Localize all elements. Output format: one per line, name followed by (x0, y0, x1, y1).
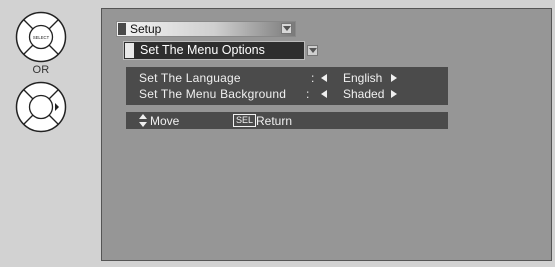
arrow-left-icon[interactable] (321, 90, 327, 98)
option-name: Set The Language (139, 71, 241, 85)
options-panel: Set The Language : English Set The Menu … (126, 67, 448, 105)
dropdown-icon (307, 45, 318, 56)
setup-menu-title: Setup (130, 22, 162, 36)
arrow-right-icon[interactable] (391, 74, 397, 82)
dpad-right-icon (15, 81, 67, 133)
return-hint-label: Return (256, 114, 293, 128)
submenu-marker-icon (125, 43, 134, 58)
option-value: Shaded (343, 87, 385, 101)
move-hint-label: Move (150, 114, 180, 128)
arrow-left-icon[interactable] (321, 74, 327, 82)
option-name: Set The Menu Background (139, 87, 287, 101)
dpad-select-icon: SELECT (15, 11, 67, 63)
dropdown-icon (281, 23, 292, 34)
option-value: English (343, 71, 383, 85)
up-down-arrow-icon (139, 114, 147, 127)
submenu-title: Set The Menu Options (140, 43, 265, 57)
arrow-right-icon[interactable] (391, 90, 397, 98)
hint-bar: Move SEL Return (126, 112, 448, 129)
option-row-language[interactable]: Set The Language : English (126, 69, 448, 85)
setup-menu-bar[interactable]: Setup (116, 21, 296, 37)
sel-key-icon: SEL (233, 114, 257, 127)
menu-marker-icon (118, 23, 126, 35)
menu-options-bar[interactable]: Set The Menu Options (123, 41, 318, 60)
option-row-background[interactable]: Set The Menu Background : Shaded (126, 85, 448, 101)
tv-screen: Setup Set The Menu Options Set The Langu… (101, 8, 552, 261)
option-separator: : (306, 87, 310, 101)
option-separator: : (311, 71, 315, 85)
or-label: OR (32, 64, 50, 76)
select-icon-label: SELECT (33, 35, 50, 40)
